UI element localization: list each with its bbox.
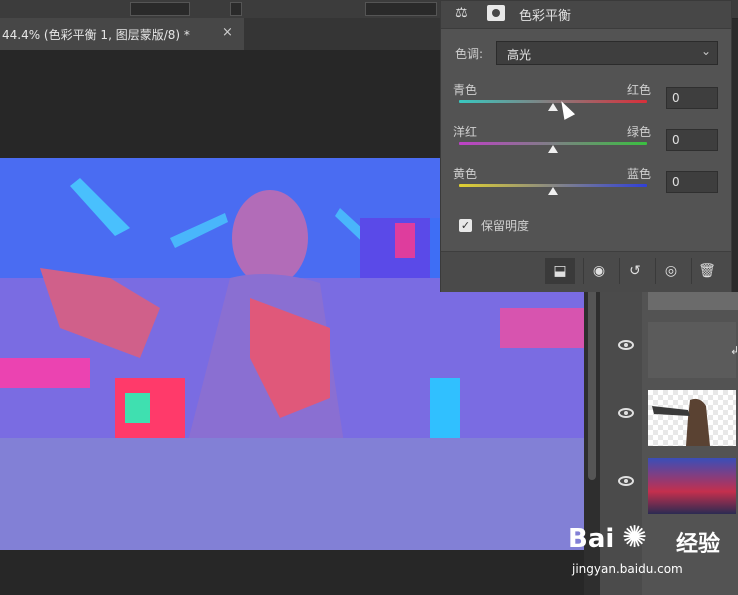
scrollbar-thumb[interactable] <box>588 285 596 480</box>
document-tab[interactable]: 44.4% (色彩平衡 1, 图层蒙版/8) * × <box>0 18 244 50</box>
tone-value: 高光 <box>507 48 532 62</box>
slider-left-label: 青色 <box>453 83 478 97</box>
slider-right-label: 蓝色 <box>627 167 652 181</box>
close-icon[interactable]: × <box>222 25 233 40</box>
tone-select[interactable]: 高光 ⌄ <box>496 41 718 65</box>
tone-label: 色调: <box>455 47 484 61</box>
eye-icon[interactable] <box>618 340 634 350</box>
preserve-luminosity-checkbox[interactable]: ✓ <box>459 219 472 232</box>
tab-strip <box>244 18 444 50</box>
slider-left-label: 黄色 <box>453 167 478 181</box>
layer-row-person[interactable] <box>600 386 738 450</box>
mask-icon[interactable] <box>487 5 505 21</box>
eye-icon[interactable] <box>618 476 634 486</box>
properties-footer: ⬓ ◉ ↺ ◎ 🗑 <box>441 251 731 292</box>
clip-link-icon: ↲ <box>730 344 738 357</box>
person-layer-thumbnail[interactable] <box>648 390 736 446</box>
preserve-luminosity-label: 保留明度 <box>481 219 530 233</box>
options-field[interactable] <box>130 2 190 16</box>
visibility-icon[interactable]: ◎ <box>655 258 686 284</box>
watermark-brand: Bai <box>568 524 615 554</box>
watermark-url: jingyan.baidu.com <box>572 562 683 576</box>
view-previous-state-icon[interactable]: ◉ <box>583 258 614 284</box>
slider-value-input[interactable]: 0 <box>666 129 718 151</box>
options-field[interactable] <box>365 2 437 16</box>
baidu-watermark: Bai ✺ 经验 jingyan.baidu.com <box>568 520 738 595</box>
clip-to-layer-icon[interactable]: ⬓ <box>545 258 575 284</box>
delete-icon[interactable]: 🗑 <box>691 258 722 284</box>
slider-thumb[interactable] <box>548 145 558 153</box>
slider-cyan-red[interactable]: 青色 红色 0 <box>441 81 731 123</box>
reset-icon[interactable]: ↺ <box>619 258 650 284</box>
slider-value-input[interactable]: 0 <box>666 171 718 193</box>
layer-row-partial[interactable] <box>648 292 738 310</box>
document-tab-title: 44.4% (色彩平衡 1, 图层蒙版/8) * <box>2 28 190 42</box>
slider-value-input[interactable]: 0 <box>666 87 718 109</box>
adjustment-layer-thumbnail[interactable]: ↲ <box>648 322 738 378</box>
properties-panel: ⚖ 色彩平衡 色调: 高光 ⌄ 青色 红色 0 洋红 绿色 0 黄色 蓝色 0 … <box>440 0 732 292</box>
person-thumbnail-graphic <box>652 398 710 446</box>
layer-row-background[interactable] <box>600 454 738 518</box>
chevron-down-icon: ⌄ <box>700 44 711 58</box>
watermark-brand-suffix: 经验 <box>676 532 721 557</box>
properties-title: 色彩平衡 <box>519 9 572 24</box>
slider-thumb[interactable] <box>548 187 558 195</box>
options-checkbox[interactable] <box>230 2 242 16</box>
slider-left-label: 洋红 <box>453 125 478 139</box>
background-layer-thumbnail[interactable] <box>648 458 736 514</box>
slider-right-label: 红色 <box>627 83 652 97</box>
slider-right-label: 绿色 <box>627 125 652 139</box>
eye-icon[interactable] <box>618 408 634 418</box>
balance-icon: ⚖ <box>455 5 468 21</box>
properties-header: ⚖ 色彩平衡 <box>441 1 731 29</box>
slider-yellow-blue[interactable]: 黄色 蓝色 0 <box>441 165 731 207</box>
paw-logo-icon: ✺ <box>622 520 648 555</box>
slider-magenta-green[interactable]: 洋红 绿色 0 <box>441 123 731 165</box>
layer-row-adjustment[interactable]: ↲ <box>600 318 738 382</box>
